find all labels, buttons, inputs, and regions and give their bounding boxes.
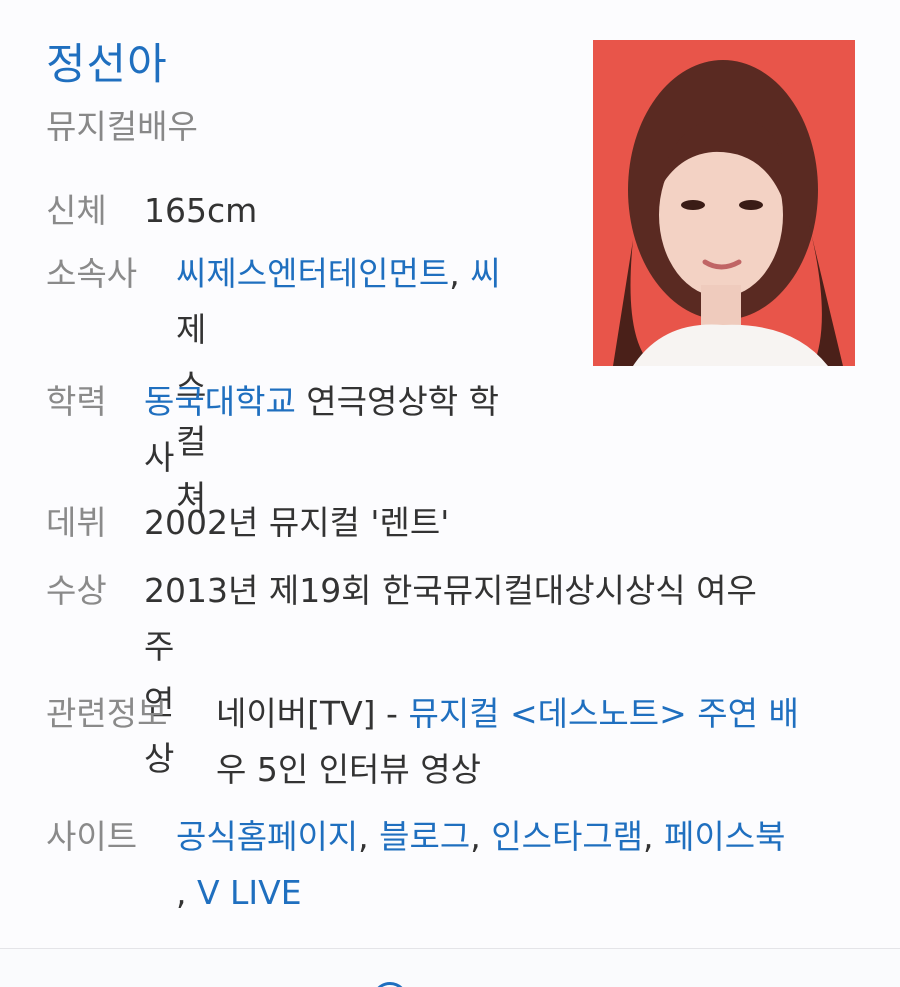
- body-value: 165cm: [144, 191, 258, 230]
- site-link-facebook[interactable]: 페이스북: [664, 817, 785, 856]
- education-major: 연극영상학 학: [295, 382, 499, 421]
- row-label: 관련정보: [46, 694, 168, 733]
- row-label: 사이트: [46, 817, 138, 856]
- row-label: 데뷔: [46, 503, 107, 542]
- row-label: 신체: [46, 191, 107, 230]
- profile-occupation: 뮤지컬배우: [46, 107, 198, 146]
- row-label: 수상: [46, 571, 107, 610]
- profile-name[interactable]: 정선아: [46, 30, 168, 92]
- agency-link-cjes-culture[interactable]: 씨: [470, 254, 500, 293]
- separator: ,: [358, 817, 380, 856]
- education-degree: 사: [144, 438, 175, 477]
- site-link-blog[interactable]: 블로그: [379, 817, 470, 856]
- debut-value: 2002년 뮤지컬 '렌트': [144, 503, 450, 542]
- related-video-link[interactable]: 뮤지컬 <데스노트> 주연 배: [408, 694, 798, 733]
- site-link-vlive[interactable]: V LIVE: [197, 873, 302, 912]
- separator: ,: [176, 873, 197, 912]
- site-link-instagram[interactable]: 인스타그램: [491, 817, 643, 856]
- agency-link-cjes-entertainment[interactable]: 씨제스엔터테인먼트: [176, 254, 449, 293]
- next-section: [0, 949, 900, 987]
- education-link-dongguk[interactable]: 동국대학교: [144, 382, 296, 421]
- related-video-link-cont[interactable]: 우 5인 인터뷰 영상: [216, 742, 481, 798]
- profile-card: 정선아 뮤지컬배우 신체 165cm 소속사 씨제스엔터테인먼트, 씨 제스컬쳐…: [0, 0, 900, 948]
- profile-photo[interactable]: [593, 40, 855, 366]
- separator: ,: [470, 817, 492, 856]
- separator: ,: [449, 254, 471, 293]
- award-line: 2013년 제19회 한국뮤지컬대상시상식 여우: [144, 571, 757, 610]
- portrait-image: [593, 40, 855, 366]
- row-label: 학력: [46, 382, 107, 421]
- related-source: 네이버[TV] -: [216, 694, 409, 733]
- site-link-homepage[interactable]: 공식홈페이지: [176, 817, 358, 856]
- row-label: 소속사: [46, 254, 138, 293]
- separator: ,: [643, 817, 665, 856]
